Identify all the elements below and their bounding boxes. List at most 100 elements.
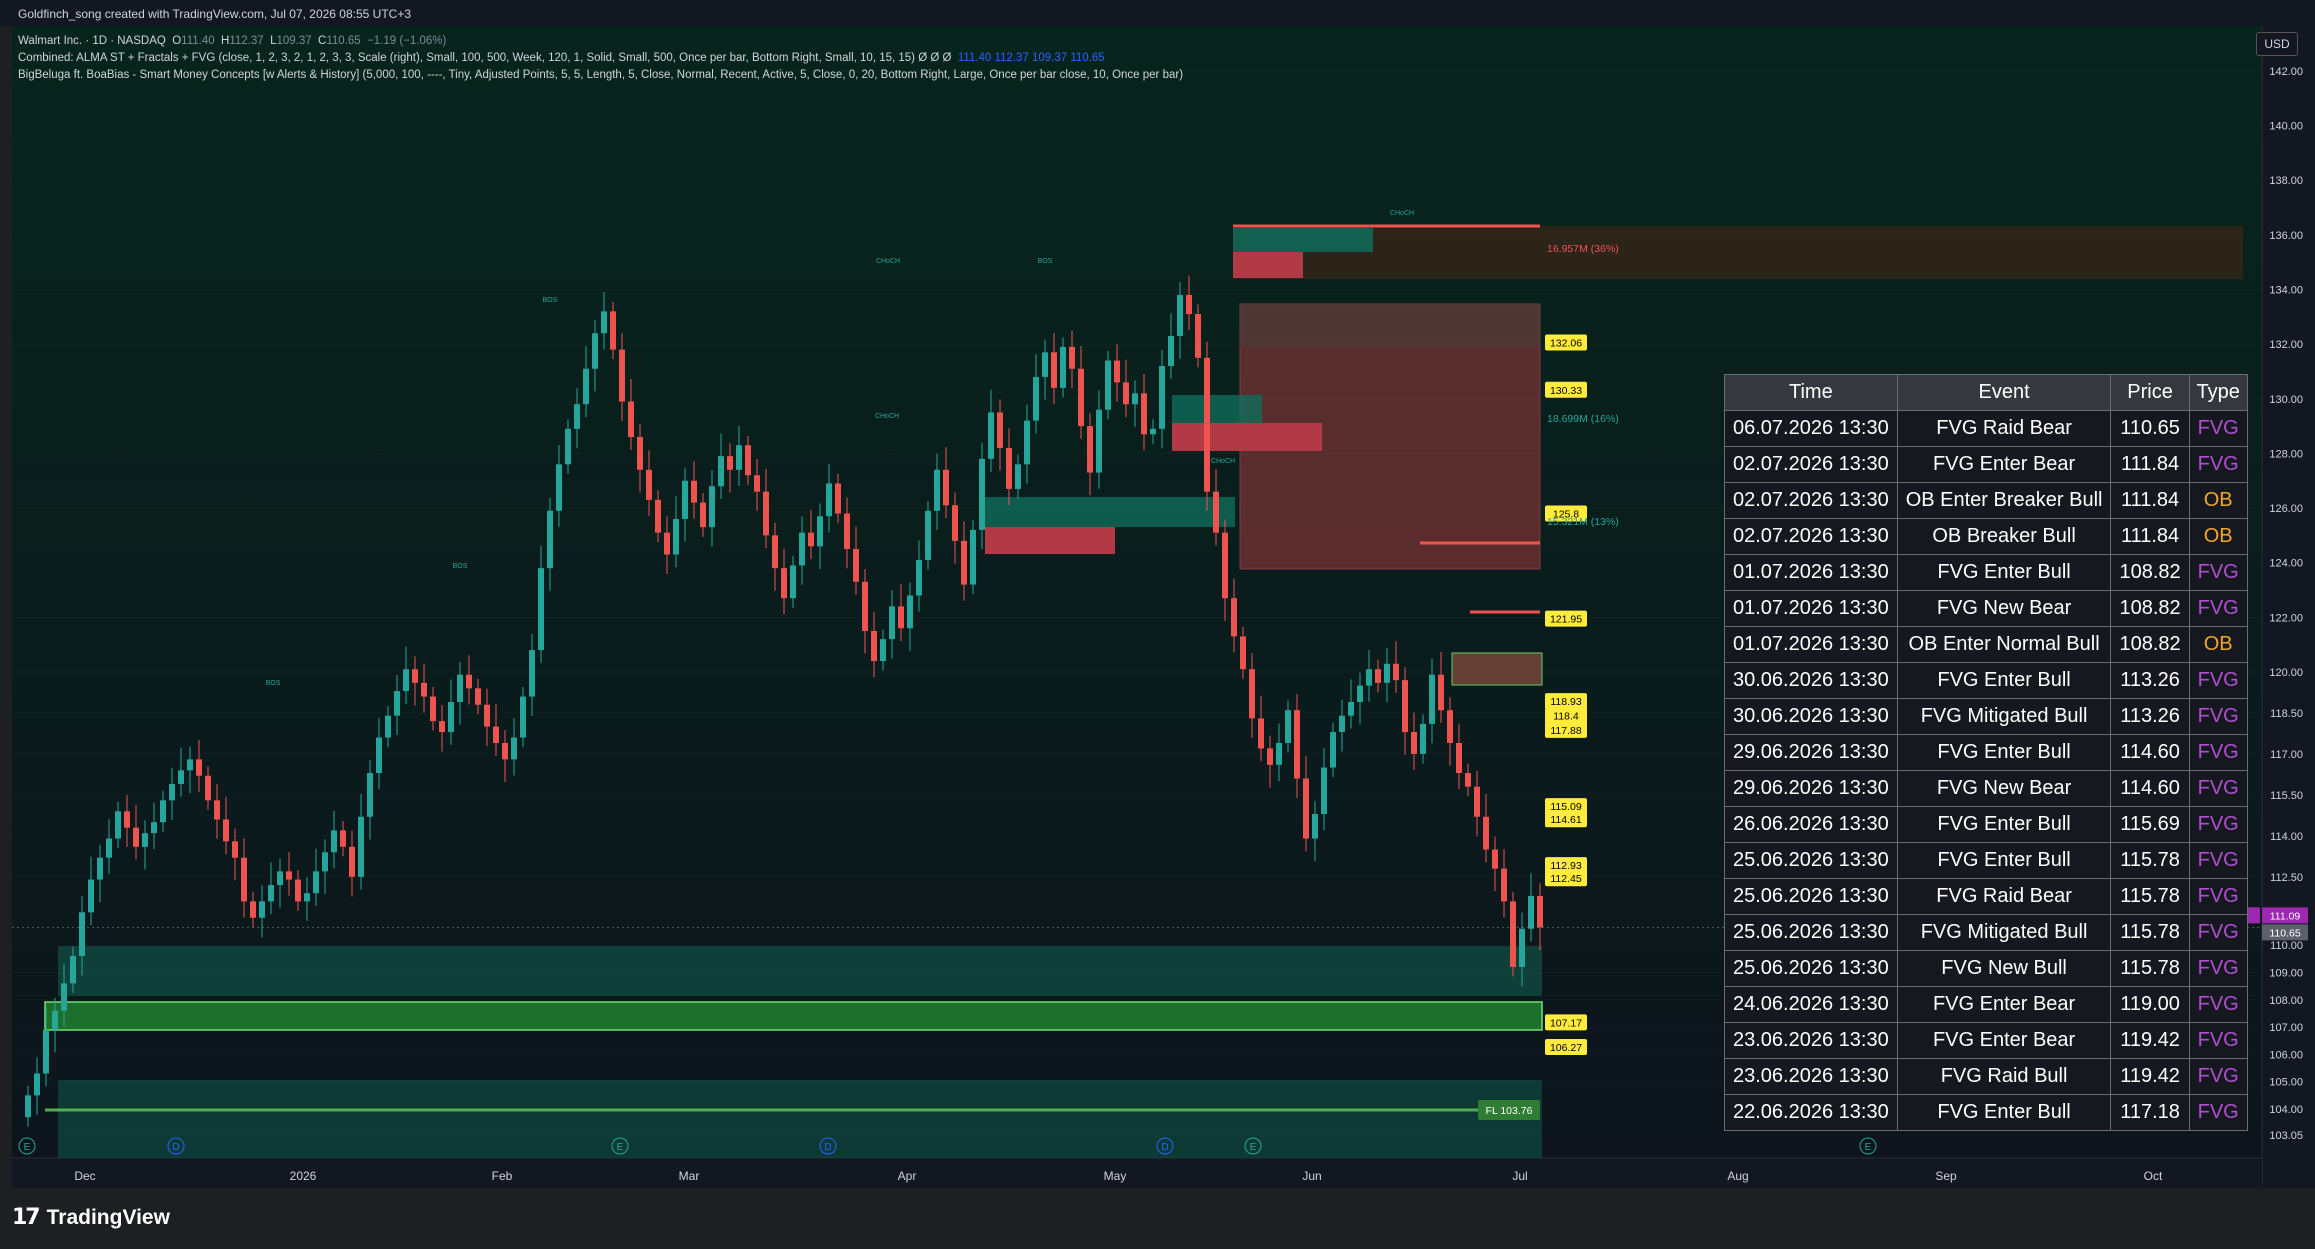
candle-body [988,412,994,459]
y-tick-label: 140.00 [2269,121,2303,133]
event-type: FVG [2188,554,2248,591]
event-marker-label: E [24,1142,31,1153]
y-tick-label: 126.00 [2269,503,2303,515]
table-row: 22.06.2026 13:30 FVG Enter Bull 117.18 FVG [1724,1094,2248,1131]
table-row: 29.06.2026 13:30 FVG New Bear 114.60 FVG [1724,770,2248,807]
candle-body [898,606,904,629]
candle-body [151,822,157,834]
event-price: 119.42 [2110,1058,2190,1095]
demand-zone-bottom [58,1080,1542,1158]
event-price: 113.26 [2110,662,2190,699]
structure-label: BOS [1038,258,1053,265]
fvg-box-june [1451,652,1543,686]
candle-body [349,846,355,877]
smc-events-table: Time Event Price Type 06.07.2026 13:30 FV… [1724,374,2248,1131]
structure-label: BOS [543,297,558,304]
candle-body [1393,663,1399,681]
header-price: Price [2110,374,2190,411]
candle-body [1024,420,1030,465]
candle-body [421,682,427,697]
event-marker-label: E [617,1142,624,1153]
candle-body [1438,674,1444,711]
event-price: 115.78 [2110,950,2190,987]
y-tick-label: 115.50 [2270,790,2303,802]
table-row: 23.06.2026 13:30 FVG Raid Bull 119.42 FVG [1724,1058,2248,1095]
candle-body [205,775,211,801]
brand-name: TradingView [46,1205,170,1229]
candle-body [1528,895,1534,929]
candle-body [556,464,562,511]
candle-body [1519,928,1525,967]
demand-zone-green [44,1001,1543,1031]
candle-body [583,368,589,405]
candle-body [727,456,733,470]
candle-body [1375,669,1381,683]
currency-button[interactable]: USD [2256,32,2298,56]
tradingview-brand[interactable]: 17 TradingView [12,1205,170,1230]
x-tick-label: 2026 [290,1169,317,1183]
candle-body [1312,814,1318,839]
candle-body [232,841,238,858]
price-tag-label: 121.95 [1550,614,1582,626]
candle-body [1366,669,1372,686]
last-price-label: 110.65 [2269,927,2300,939]
event-time: 24.06.2026 13:30 [1724,986,1898,1023]
x-tick-label: Jun [1302,1169,1321,1183]
event-name: FVG Enter Bear [1896,446,2112,483]
candle-body [997,412,1003,448]
candle-body [1267,748,1273,765]
event-name: FVG Raid Bear [1896,410,2112,447]
candle-body [403,669,409,692]
event-price: 111.84 [2110,518,2190,555]
candle-body [277,871,283,886]
overnight-price: 111.09 [2270,910,2301,922]
event-name: FVG New Bear [1896,590,2112,627]
table-row: 25.06.2026 13:30 FVG Raid Bear 115.78 FVG [1724,878,2248,915]
candle-body [1339,715,1345,733]
header-type: Type [2188,374,2248,411]
candle-body [1411,732,1417,754]
x-tick-label: Apr [898,1169,917,1183]
bullish-ob-block-mid [985,497,1235,527]
candle-body [331,830,337,853]
candle-body [1348,702,1354,716]
candle-body [394,691,400,716]
event-type: FVG [2188,770,2248,807]
indicator-legend-1: Combined: ALMA ST + Fractals + FVG (clos… [18,52,1105,64]
candle-body [1492,849,1498,869]
candle-body [1303,778,1309,839]
fractal-low-label: FL 103.76 [1486,1105,1533,1117]
event-name: FVG Mitigated Bull [1896,698,2112,735]
y-tick-label: 104.00 [2269,1104,2303,1116]
candle-body [889,606,895,640]
event-type: FVG [2188,806,2248,843]
x-tick-label: May [1104,1169,1127,1183]
candle-body [1465,773,1471,787]
candle-body [268,885,274,902]
y-tick-label: 109.00 [2269,967,2303,979]
candle-body [1384,663,1390,683]
candle-body [142,833,148,847]
candle-body [871,630,877,662]
x-tick-label: Jul [1512,1169,1527,1183]
event-price: 111.84 [2110,446,2190,483]
candle-body [25,1095,31,1118]
table-row: 02.07.2026 13:30 FVG Enter Bear 111.84 FVG [1724,446,2248,483]
y-tick-label: 107.00 [2269,1022,2303,1034]
indicator-legend-2: BigBeluga ft. BoaBias - Smart Money Conc… [18,69,1184,81]
event-type: FVG [2188,698,2248,735]
candle-body [601,311,607,334]
y-tick-label: 142.00 [2269,66,2303,78]
price-tag-label: 107.17 [1550,1017,1582,1029]
candle-body [439,721,445,733]
y-tick-label: 108.00 [2269,995,2303,1007]
table-row: 25.06.2026 13:30 FVG Mitigated Bull 115.78… [1724,914,2248,951]
candle-body [34,1073,40,1096]
bearish-ob-block-top [1233,252,1303,278]
candle-body [934,469,940,511]
table-row: 30.06.2026 13:30 FVG Mitigated Bull 113.26… [1724,698,2248,735]
y-tick-label: 117.00 [2270,749,2303,761]
candle-body [790,565,796,599]
candle-body [43,1029,49,1074]
event-price: 115.69 [2110,806,2190,843]
